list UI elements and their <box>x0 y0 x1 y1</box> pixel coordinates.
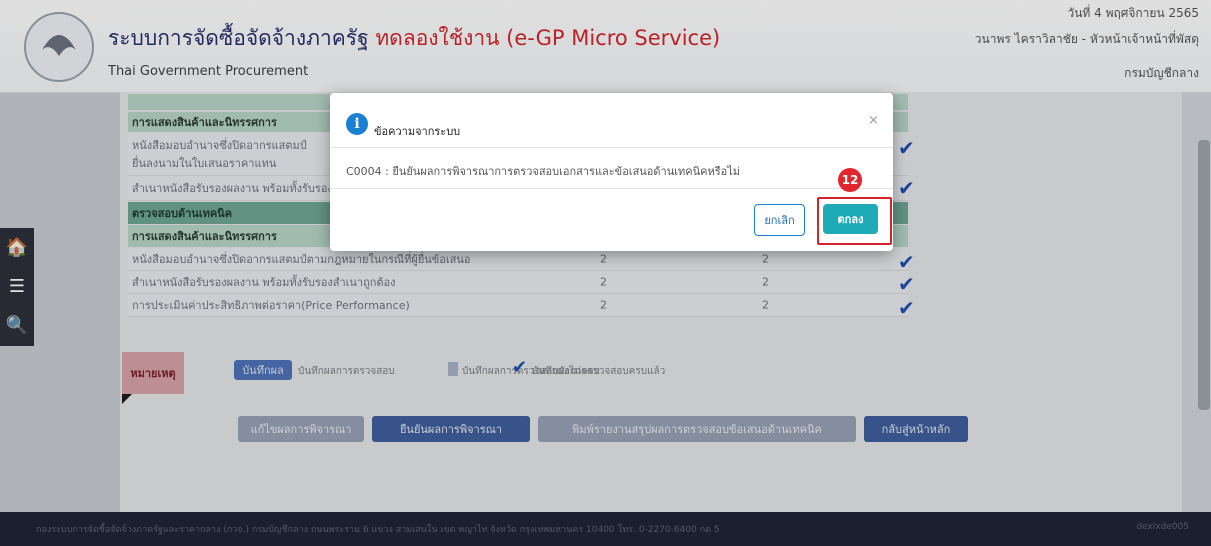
info-icon: i <box>346 113 368 135</box>
system-message-dialog: i ข้อความจากระบบ × C0004 : ยืนยันผลการพิ… <box>330 93 893 251</box>
close-icon[interactable]: × <box>868 113 879 128</box>
dialog-body: C0004 : ยืนยันผลการพิจารณาการตรวจสอบเอกส… <box>330 148 893 189</box>
step-number-badge: 12 <box>838 168 862 192</box>
cancel-button[interactable]: ยกเลิก <box>754 204 805 236</box>
dialog-message: C0004 : ยืนยันผลการพิจารณาการตรวจสอบเอกส… <box>346 165 741 178</box>
dialog-header: i ข้อความจากระบบ × <box>330 93 893 148</box>
dialog-title: ข้อความจากระบบ <box>374 125 461 138</box>
modal-overlay <box>0 0 1211 546</box>
ok-button-highlight <box>817 197 892 245</box>
